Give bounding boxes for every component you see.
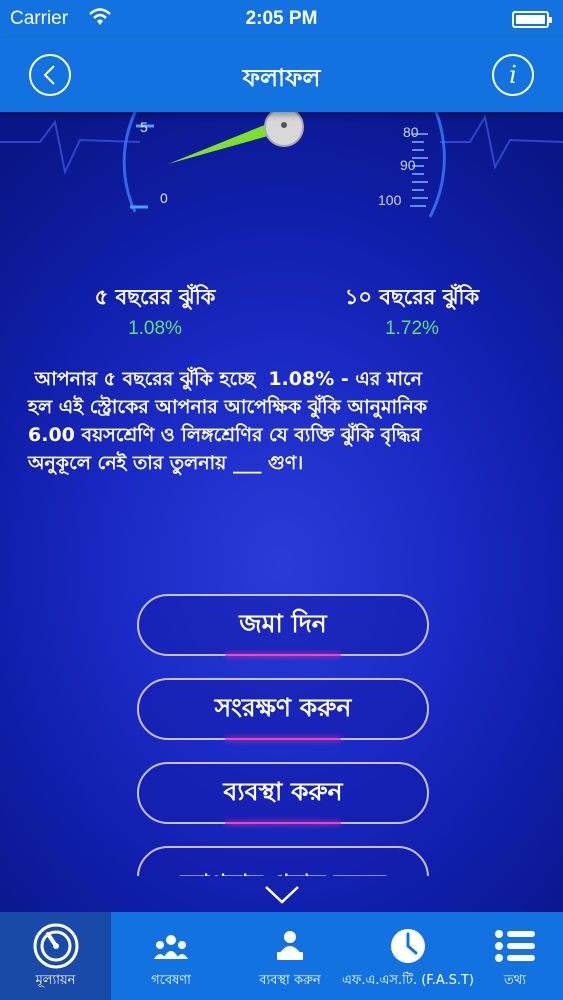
status-bar: Carrier 2:05 PM xyxy=(0,0,563,38)
save-button-label: সংরক্ষণ করুন xyxy=(214,692,352,722)
tab-bar: মূল্যায়ন গবেষণা ব্যবস্থা করুন এফ.এ.এস.ট… xyxy=(0,912,563,1000)
clock-time: 2:05 PM xyxy=(245,8,318,29)
manage-button[interactable]: ব্যবস্থা করুন xyxy=(137,762,429,824)
button-glow xyxy=(225,738,341,740)
info-icon: i xyxy=(509,61,517,89)
button-glow xyxy=(225,822,341,824)
left-gauge-arc xyxy=(122,112,446,218)
list-icon xyxy=(495,930,535,962)
tab-research[interactable]: গবেষণা xyxy=(111,912,231,1000)
tab-label: তথ্য xyxy=(504,973,526,988)
five-year-risk-value: 1.08% xyxy=(128,318,182,339)
save-button[interactable]: সংরক্ষণ করুন xyxy=(137,678,429,740)
gauge-tick-0: 0 xyxy=(160,190,168,206)
five-year-risk-label: ৫ বছরের ঝুঁকি xyxy=(94,285,216,309)
person-laptop-icon xyxy=(277,931,303,960)
submit-button[interactable]: জমা দিন xyxy=(137,594,429,656)
button-glow xyxy=(225,654,341,656)
ten-year-risk-label: ১০ বছরের ঝুঁকি xyxy=(344,285,480,309)
gauge-tick-90: 90 xyxy=(400,157,416,173)
share-button-label: আপনার প্রদান করুন xyxy=(180,864,385,877)
tab-manage[interactable]: ব্যবস্থা করুন xyxy=(231,912,349,1000)
battery-icon xyxy=(512,11,552,28)
clock-icon xyxy=(391,929,425,963)
submit-button-label: জমা দিন xyxy=(239,608,327,638)
gauge-tick-80: 80 xyxy=(403,124,419,140)
gauge-tick-100: 100 xyxy=(378,192,402,208)
risk-gauges: 5 0 80 90 100 xyxy=(0,112,563,237)
gauge-pivot xyxy=(264,112,304,147)
tab-label: গবেষণা xyxy=(151,973,191,988)
tab-label: মূল্যায়ন xyxy=(35,973,76,988)
partial-button-clip: আপনার প্রদান করুন xyxy=(130,846,436,876)
navigation-bar: ফলাফল i xyxy=(0,38,563,112)
tab-info[interactable]: তথ্য xyxy=(467,912,563,1000)
tab-fast[interactable]: এফ.এ.এস.টি. (F.A.S.T) xyxy=(342,912,474,1000)
info-button[interactable]: i xyxy=(492,54,534,96)
page-title: ফলাফল xyxy=(242,64,321,92)
tab-label: ব্যবস্থা করুন xyxy=(259,973,321,988)
ten-year-risk-value: 1.72% xyxy=(385,318,439,339)
scroll-down-chevron-icon[interactable] xyxy=(264,884,300,906)
share-button[interactable]: আপনার প্রদান করুন xyxy=(137,846,429,876)
risk-description: আপনার ৫ বছরের ঝুঁকি হচ্ছে 1.08% - এর মান… xyxy=(28,368,428,474)
manage-button-label: ব্যবস্থা করুন xyxy=(223,776,343,806)
gauge-tick-5: 5 xyxy=(140,119,148,135)
gauge-icon xyxy=(33,923,78,969)
tab-assessment[interactable]: মূল্যায়ন xyxy=(0,912,111,1000)
people-network-icon xyxy=(154,935,188,959)
tab-label: এফ.এ.এস.টি. (F.A.S.T) xyxy=(342,973,475,988)
